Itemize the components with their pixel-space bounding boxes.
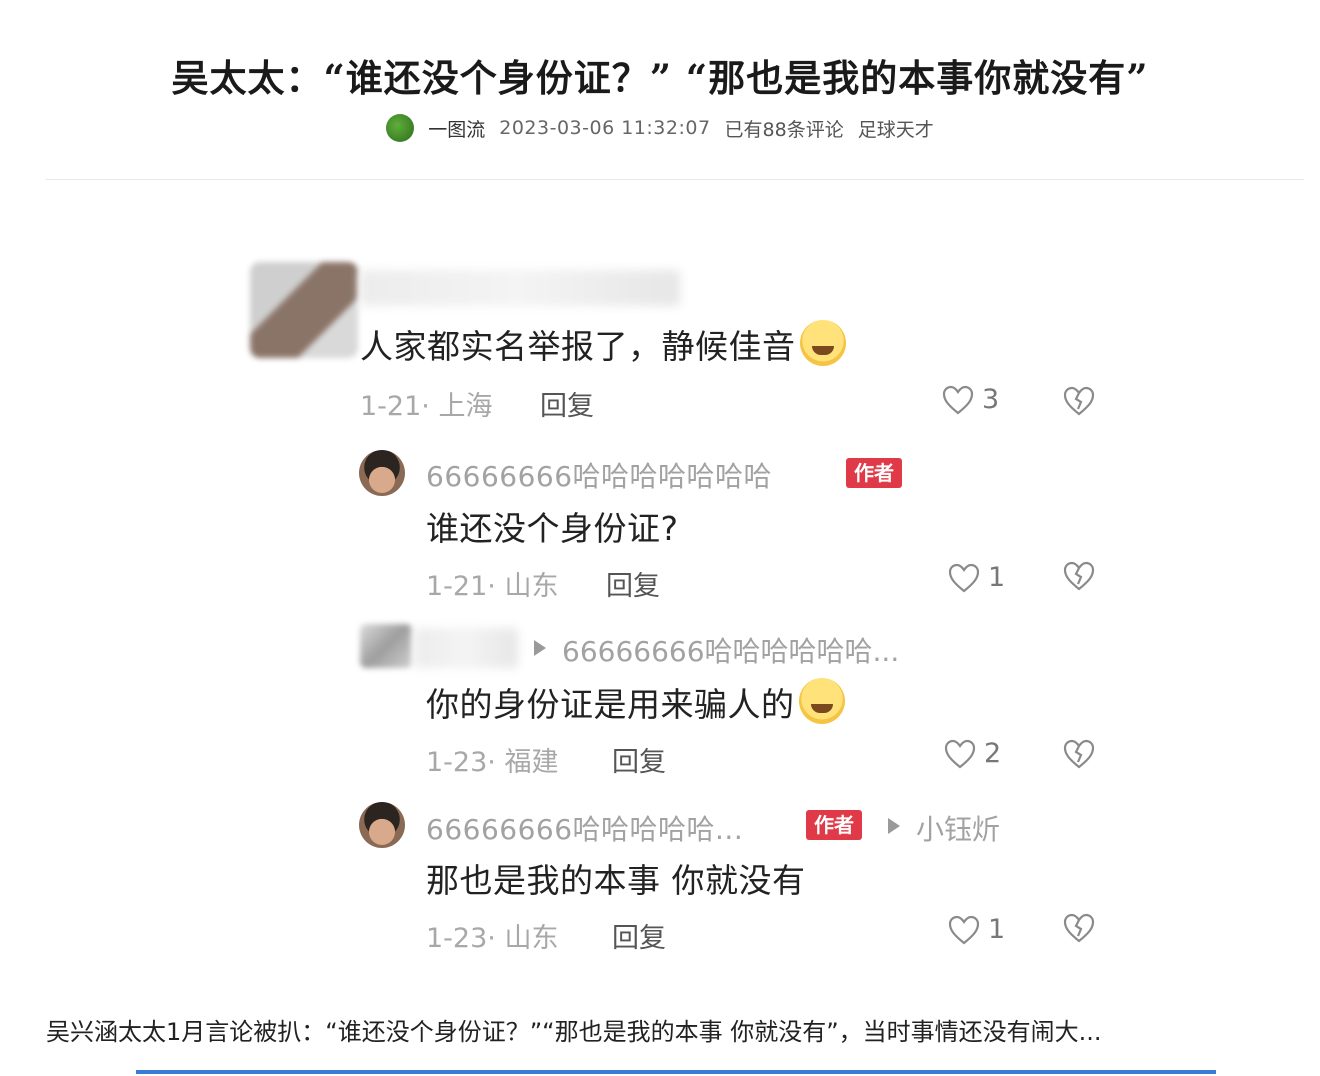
author-badge: 作者 (806, 810, 862, 840)
reply-button[interactable]: 回复 (606, 564, 660, 603)
image-caption: 吴兴涵太太1月言论被扒：“谁还没个身份证？”“那也是我的本事 你就没有”，当时事… (46, 1018, 1102, 1046)
comment-username[interactable]: 66666666哈哈哈哈哈... (426, 808, 743, 848)
comment-content: 人家都实名举报了，静候佳音 (360, 320, 846, 368)
reply-target-username[interactable]: 66666666哈哈哈哈哈哈... (562, 630, 899, 670)
dislike-icon (1063, 739, 1095, 769)
author-avatar[interactable] (386, 114, 415, 142)
publish-time: 2023-03-06 11:32:07 (499, 117, 711, 139)
heart-icon (942, 385, 974, 414)
comment-date-location: 1-21· 山东 (426, 571, 559, 602)
comment-username[interactable]: 66666666哈哈哈哈哈哈哈 (426, 455, 772, 495)
emoji-icon (798, 678, 845, 724)
dislike-button[interactable] (1062, 385, 1096, 417)
laughing-emoji-icon (799, 320, 846, 366)
like-button[interactable]: 2 (944, 738, 1001, 769)
dislike-button[interactable] (1062, 912, 1096, 944)
like-button[interactable]: 3 (942, 384, 999, 415)
heart-icon (944, 739, 976, 768)
channel-name[interactable]: 足球天才 (858, 115, 934, 142)
comment-count[interactable]: 已有88条评论 (725, 115, 844, 142)
bottom-accent-bar (136, 1070, 1216, 1074)
article-title: 吴太太：“谁还没个身份证？” “那也是我的本事你就没有” (171, 56, 1149, 100)
like-count: 1 (988, 562, 1006, 593)
reply-button[interactable]: 回复 (540, 384, 594, 423)
comment-avatar[interactable] (360, 624, 412, 668)
like-count: 2 (984, 738, 1002, 769)
dislike-button[interactable] (1062, 560, 1096, 592)
dislike-button[interactable] (1062, 738, 1096, 770)
comment-content: 那也是我的本事 你就没有 (426, 861, 806, 900)
like-button[interactable]: 1 (948, 914, 1005, 945)
dislike-icon (1063, 561, 1095, 591)
comment-username-blurred (360, 270, 680, 306)
comment-avatar[interactable] (250, 262, 358, 358)
dislike-icon (1063, 386, 1095, 416)
reply-target-username[interactable]: 小钰炘 (916, 808, 1000, 848)
comment-content: 你的身份证是用来骗人的 (426, 678, 845, 726)
heart-icon (948, 915, 980, 944)
reply-arrow-icon (534, 640, 546, 656)
like-count: 3 (982, 384, 1000, 415)
like-button[interactable]: 1 (948, 562, 1005, 593)
reply-button[interactable]: 回复 (612, 916, 666, 955)
comment-date-location: 1-23· 福建 (426, 747, 559, 778)
author-avatar[interactable] (359, 802, 405, 848)
like-count: 1 (988, 914, 1006, 945)
reply-arrow-icon (888, 818, 900, 834)
article-meta: 一图流 2023-03-06 11:32:07 已有88条评论 足球天才 (0, 114, 1320, 142)
comment-date-location: 1-23· 山东 (426, 923, 559, 954)
author-name[interactable]: 一图流 (428, 115, 485, 142)
comment-username-blurred (414, 628, 518, 668)
reply-button[interactable]: 回复 (612, 740, 666, 779)
dislike-icon (1063, 913, 1095, 943)
comment-content: 谁还没个身份证? (426, 509, 679, 548)
author-badge: 作者 (846, 458, 902, 488)
header-divider (46, 179, 1304, 180)
heart-icon (948, 563, 980, 592)
comment-date-location: 1-21· 上海 (360, 391, 493, 422)
author-avatar[interactable] (359, 450, 405, 496)
